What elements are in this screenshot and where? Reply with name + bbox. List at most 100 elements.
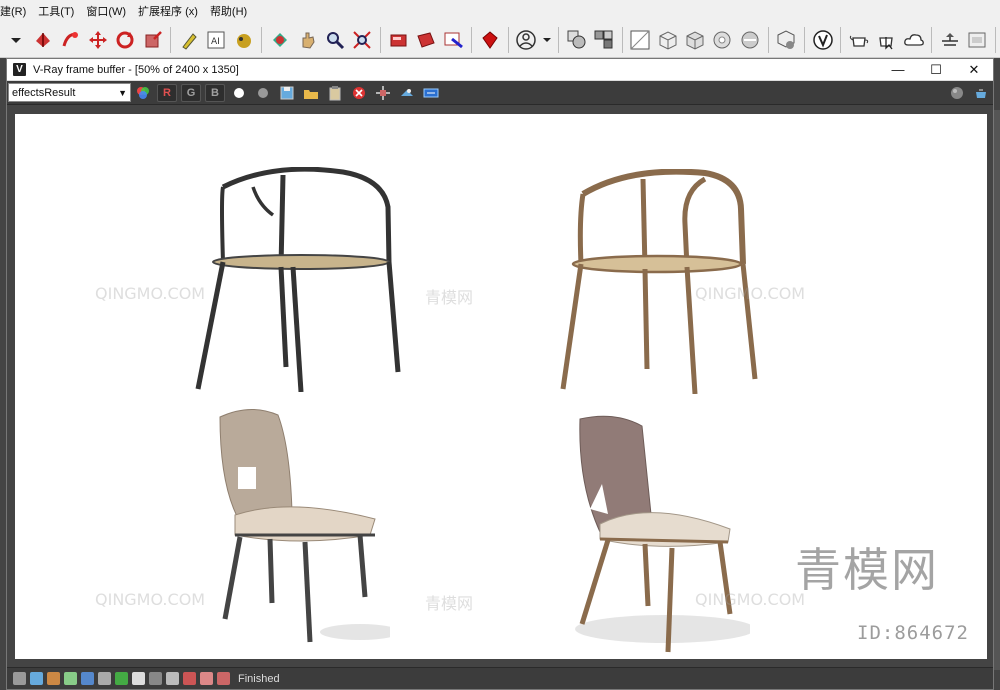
zoom-icon[interactable] xyxy=(322,27,347,53)
menu-item-help[interactable]: 帮助(H) xyxy=(204,3,253,19)
chair-taupe-leather xyxy=(219,409,390,643)
vfb-status-bar: Finished xyxy=(7,667,993,689)
teapot-icon[interactable] xyxy=(267,27,292,53)
toolbar-separator xyxy=(471,26,473,53)
maximize-button[interactable]: ☐ xyxy=(917,59,955,81)
red-channel-button[interactable]: R xyxy=(157,83,177,102)
toolbar-separator xyxy=(840,26,842,53)
teapot-render-icon[interactable] xyxy=(971,84,991,102)
scale-icon[interactable] xyxy=(140,27,165,53)
cube2-icon[interactable] xyxy=(682,27,707,53)
stamp-icon[interactable] xyxy=(47,672,60,685)
watermark-big-logo: 青模网 xyxy=(795,543,939,597)
levels-icon[interactable] xyxy=(81,672,94,685)
hand-icon[interactable] xyxy=(295,27,320,53)
channel-select[interactable]: effectsResult ▼ xyxy=(8,83,131,102)
link-icon[interactable] xyxy=(58,27,83,53)
info-icon[interactable] xyxy=(30,672,43,685)
menu-item-tools[interactable]: 工具(T) xyxy=(32,3,80,19)
menu-bar: 建(R) 工具(T) 窗口(W) 扩展程序 (x) 帮助(H) xyxy=(0,0,1000,22)
zoom-extents-icon[interactable] xyxy=(350,27,375,53)
watermark-site: QINGMO.COM xyxy=(695,284,806,303)
user-icon[interactable] xyxy=(513,27,538,53)
exposure-icon[interactable] xyxy=(115,672,128,685)
vray-logo-icon: V xyxy=(13,63,26,76)
alpha-white-icon[interactable] xyxy=(229,84,249,102)
viewport-edge xyxy=(994,110,1000,670)
main-toolbar: AI xyxy=(0,22,1000,58)
bucket-icon[interactable] xyxy=(217,672,230,685)
vfb-toolbar: effectsResult ▼ R G B xyxy=(7,81,993,105)
lens-effects-icon[interactable] xyxy=(421,84,441,102)
move-icon[interactable] xyxy=(85,27,110,53)
slate-icon[interactable] xyxy=(965,27,990,53)
pixel-aspect-icon[interactable] xyxy=(200,672,213,685)
toolbar-separator xyxy=(557,26,559,53)
menu-item-create[interactable]: 建(R) xyxy=(0,3,32,19)
cube-icon[interactable] xyxy=(655,27,680,53)
select-object-icon[interactable] xyxy=(30,27,55,53)
chair-wood xyxy=(560,169,758,394)
watermark-cn: 青模网 xyxy=(425,594,474,613)
display-correction-icon[interactable] xyxy=(183,672,196,685)
compare-icon[interactable] xyxy=(149,672,162,685)
text-icon[interactable]: AI xyxy=(204,27,229,53)
watermark-site: QINGMO.COM xyxy=(95,284,206,303)
teapot2-icon[interactable] xyxy=(846,27,871,53)
chevron-down-icon[interactable] xyxy=(541,27,553,53)
toolbar-separator xyxy=(621,26,623,53)
menu-item-extensions[interactable]: 扩展程序 (x) xyxy=(132,3,204,19)
cloud-icon[interactable] xyxy=(901,27,926,53)
hsv-icon[interactable] xyxy=(166,672,179,685)
snap-icon[interactable] xyxy=(176,27,201,53)
render-setup-icon[interactable] xyxy=(386,27,411,53)
vfb-title-bar[interactable]: V V-Ray frame buffer - [50% of 2400 x 13… xyxy=(7,59,993,81)
watermark-cn: 青模网 xyxy=(425,288,474,307)
toolbar-separator xyxy=(995,26,997,53)
render-frame-icon[interactable] xyxy=(413,27,438,53)
vfb-title-text: V-Ray frame buffer - [50% of 2400 x 1350… xyxy=(33,63,239,76)
sphere-icon[interactable] xyxy=(710,27,735,53)
sphere2-icon[interactable] xyxy=(737,27,762,53)
copy-clipboard-icon[interactable] xyxy=(325,84,345,102)
watermark-site: QINGMO.COM xyxy=(95,590,206,609)
grid-icon[interactable] xyxy=(628,27,653,53)
track-mouse-icon[interactable] xyxy=(373,84,393,102)
history-icon[interactable] xyxy=(13,672,26,685)
color-channels-icon[interactable] xyxy=(133,84,153,102)
mono-icon[interactable] xyxy=(253,84,273,102)
paint-icon[interactable] xyxy=(231,27,256,53)
render-region-icon[interactable] xyxy=(397,84,417,102)
render-icon[interactable] xyxy=(441,27,466,53)
close-button[interactable]: ✕ xyxy=(955,59,993,81)
layer-icon[interactable] xyxy=(564,27,589,53)
channel-select-value: effectsResult xyxy=(12,86,76,99)
toolbar-separator xyxy=(170,26,172,53)
render-image[interactable]: QINGMO.COM 青模网 QINGMO.COM QINGMO.COM 青模网… xyxy=(15,114,987,659)
menu-item-window[interactable]: 窗口(W) xyxy=(80,3,132,19)
rotate-icon[interactable] xyxy=(113,27,138,53)
toolbar-separator xyxy=(931,26,933,53)
curve-icon[interactable] xyxy=(98,672,111,685)
toolbar-separator xyxy=(803,26,805,53)
svg-text:AI: AI xyxy=(211,37,220,47)
dropdown-arrow-icon[interactable] xyxy=(3,27,28,53)
load-image-icon[interactable] xyxy=(301,84,321,102)
blue-channel-button[interactable]: B xyxy=(205,83,225,102)
shelf-icon[interactable] xyxy=(937,27,962,53)
toolbar-separator xyxy=(261,26,263,53)
watermark-site: QINGMO.COM xyxy=(695,590,806,609)
green-channel-button[interactable]: G xyxy=(181,83,201,102)
group-icon[interactable] xyxy=(591,27,616,53)
material-icon[interactable] xyxy=(477,27,502,53)
clear-image-icon[interactable] xyxy=(349,84,369,102)
minimize-button[interactable]: — xyxy=(879,59,917,81)
v-icon[interactable] xyxy=(810,27,835,53)
chevron-down-icon: ▼ xyxy=(118,87,127,98)
render-sphere-icon[interactable] xyxy=(947,84,967,102)
cursor-icon[interactable] xyxy=(874,27,899,53)
color-correct-icon[interactable] xyxy=(64,672,77,685)
save-image-icon[interactable] xyxy=(277,84,297,102)
container-icon[interactable] xyxy=(774,27,799,53)
lut-icon[interactable] xyxy=(132,672,145,685)
